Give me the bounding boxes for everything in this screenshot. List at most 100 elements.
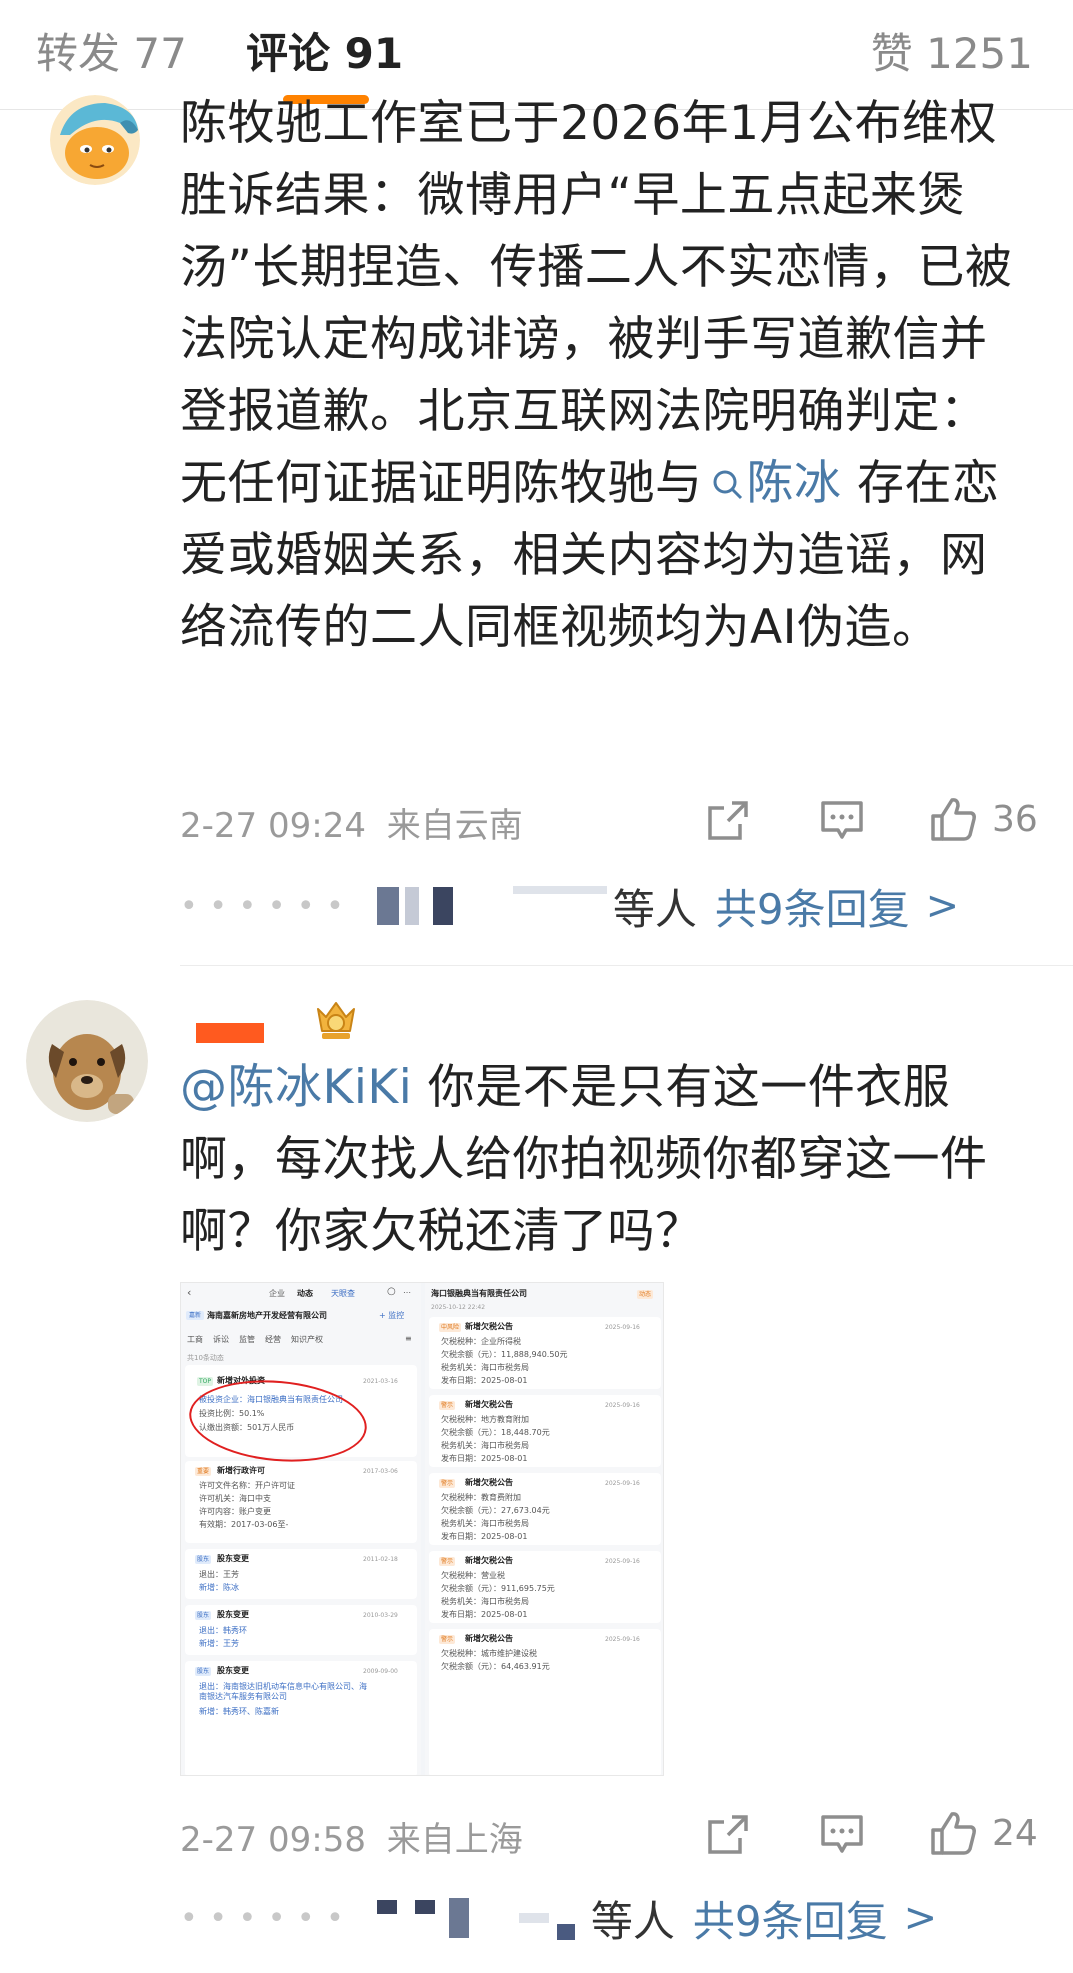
blurred-avatar xyxy=(556,1924,575,1940)
embed-nav-tab: 企业 xyxy=(269,1289,285,1298)
embed-card: 警示 新增欠税公告 2025-09-16 欠税税种：城市维护建设税 欠税余额（元… xyxy=(429,1629,661,1775)
embed-card-title: 新增欠税公告 xyxy=(465,1478,513,1487)
embed-card-row: 退出：海南银达旧机动车信息中心有限公司、海南银达汽车服务有限公司 xyxy=(199,1682,367,1701)
reply-button[interactable] xyxy=(820,1814,864,1856)
comment-location: 来自上海 xyxy=(386,1820,523,1860)
share-icon xyxy=(708,1815,748,1854)
embed-card: 股东 股东变更 2011-02-18 退出：王芳 新增：陈冰 xyxy=(185,1549,417,1599)
embed-subtab: 监管 xyxy=(239,1335,255,1344)
embed-card-row: 欠税余额（元）：64,463.91元 xyxy=(441,1662,550,1671)
embed-card-title: 股东变更 xyxy=(217,1554,249,1563)
embed-card-date: 2017-03-06 xyxy=(363,1468,398,1475)
embed-logo-badge: 嘉新 xyxy=(186,1311,205,1320)
avatar[interactable] xyxy=(50,95,140,185)
search-icon xyxy=(713,470,742,500)
embed-subtab: 经营 xyxy=(265,1335,281,1344)
embed-card-tag: 警示 xyxy=(439,1401,456,1410)
embed-card: 警示 新增欠税公告 2025-09-16 欠税税种：教育费附加 欠税余额（元）：… xyxy=(429,1473,661,1545)
embed-card-tag: TOP xyxy=(197,1377,214,1386)
reply-dots: • • • • • • xyxy=(180,888,345,924)
like-button[interactable]: 36 xyxy=(930,796,1038,842)
blurred-avatar xyxy=(432,887,453,925)
embed-card-row: 退出：王芳 xyxy=(199,1570,239,1579)
comment-icon xyxy=(821,801,863,839)
embed-card: 警示 新增欠税公告 2025-09-16 欠税税种：地方教育附加 欠税余额（元）… xyxy=(429,1395,661,1467)
embed-card-row: 发布日期：2025-08-01 xyxy=(441,1454,528,1463)
embed-menu-icon: ≡ xyxy=(405,1334,412,1343)
reply-button[interactable] xyxy=(820,800,864,842)
thumbs-up-icon xyxy=(931,1812,976,1855)
username-redacted[interactable] xyxy=(196,1023,264,1043)
comment-text: @陈冰KiKi 你是不是只有这一件衣服啊，每次找人给你拍视频你都穿这一件啊？你家… xyxy=(180,1052,1030,1268)
embed-card-tag: 警示 xyxy=(439,1557,456,1566)
embed-more-icon: ⋯ xyxy=(403,1288,411,1297)
reply-count-link[interactable]: 共9条回复 xyxy=(693,1888,888,1949)
embed-card-tag: 中风险 xyxy=(439,1323,462,1332)
embed-subtab: 诉讼 xyxy=(213,1335,229,1344)
reply-preview[interactable]: • • • • • • 等人 共9条回复 > xyxy=(180,1888,937,1948)
embed-card-row: 税务机关：海口市税务局 xyxy=(441,1441,529,1450)
embed-card-row: 退出：韩秀环 xyxy=(199,1626,247,1635)
embed-search-icon: ○ xyxy=(387,1286,396,1297)
embed-section-label: 共10条动态 xyxy=(187,1354,224,1362)
embed-card-row: 发布日期：2025-08-01 xyxy=(441,1610,528,1619)
embed-card-date: 2025-09-16 xyxy=(605,1636,640,1643)
mention-link[interactable]: @陈冰KiKi xyxy=(180,1060,412,1115)
embed-card-row: 许可文件名称：开户许可证 xyxy=(199,1481,295,1490)
embed-logo: 天眼查 xyxy=(331,1289,355,1298)
reply-preview[interactable]: • • • • • • 等人 共9条回复 > xyxy=(180,876,959,936)
embed-follow-button: + 监控 xyxy=(379,1311,405,1320)
embed-card-row: 税务机关：海口市税务局 xyxy=(441,1363,529,1372)
comment-text-part: 陈牧驰工作室已于2026年1月公布维权胜诉结果：微博用户“早上五点起来煲汤”长期… xyxy=(180,96,1013,511)
embed-card-date: 2025-09-16 xyxy=(605,1558,640,1565)
embed-card-tag: 股东 xyxy=(195,1611,212,1620)
blurred-avatar xyxy=(448,1898,469,1938)
thumbs-up-icon xyxy=(931,798,976,841)
embed-card-date: 2025-09-16 xyxy=(605,1480,640,1487)
comment-location: 来自云南 xyxy=(386,806,523,846)
embed-card-tag: 警示 xyxy=(439,1479,456,1488)
embed-card-title: 新增行政许可 xyxy=(217,1466,265,1475)
embedded-screenshot-left: ‹ 企业 动态 天眼查 ○ ⋯ 嘉新 海南嘉新房地产开发经营有限公司 + 监控 … xyxy=(181,1283,421,1775)
embed-card-date: 2021-03-16 xyxy=(363,1378,398,1385)
avatar[interactable] xyxy=(26,1000,148,1122)
back-chevron-icon: ‹ xyxy=(187,1286,192,1299)
blurred-avatar xyxy=(404,887,419,925)
embed-card-row: 许可机关：海口中支 xyxy=(199,1494,271,1503)
comment-meta: 2-27 09:58 来自上海 xyxy=(180,1812,523,1861)
embed-card-date: 2009-09-00 xyxy=(363,1668,398,1675)
embed-card-row: 欠税税种：营业税 xyxy=(441,1571,505,1580)
reply-count-link[interactable]: 共9条回复 xyxy=(715,876,910,937)
embed-subtitle: 2025-10-12 22:42 xyxy=(431,1304,486,1311)
embed-card-row: 欠税余额（元）：911,695.75元 xyxy=(441,1584,555,1593)
tab-like[interactable]: 赞 1251 xyxy=(871,20,1033,81)
tab-repost[interactable]: 转发 77 xyxy=(36,20,187,81)
comment-date: 2-27 09:58 xyxy=(180,1820,366,1860)
embed-company-name: 海口银融典当有限责任公司 xyxy=(431,1289,527,1298)
embed-card-tag: 警示 xyxy=(439,1635,456,1644)
mention-link[interactable]: 陈冰 xyxy=(703,456,842,511)
blurred-avatar xyxy=(414,1900,435,1914)
share-button[interactable] xyxy=(706,800,750,842)
like-button[interactable]: 24 xyxy=(930,1810,1038,1856)
embed-card-row: 发布日期：2025-08-01 xyxy=(441,1376,528,1385)
like-count: 24 xyxy=(992,1812,1038,1854)
comment-meta: 2-27 09:24 来自云南 xyxy=(180,798,523,847)
blurred-name xyxy=(518,1913,549,1923)
embed-card: 股东 股东变更 2010-03-29 退出：韩秀环 新增：王芳 xyxy=(185,1605,417,1655)
comment-image[interactable]: ‹ 企业 动态 天眼查 ○ ⋯ 嘉新 海南嘉新房地产开发经营有限公司 + 监控 … xyxy=(180,1282,664,1776)
embed-card-date: 2010-03-29 xyxy=(363,1612,398,1619)
embed-card-title: 股东变更 xyxy=(217,1610,249,1619)
blurred-avatar xyxy=(376,887,399,925)
embed-card-row: 欠税余额（元）：18,448.70元 xyxy=(441,1428,550,1437)
embed-action-badge: 动态 xyxy=(637,1290,654,1299)
share-button[interactable] xyxy=(706,1814,750,1856)
embed-subtab: 工商 xyxy=(187,1335,203,1344)
tab-comment[interactable]: 评论 91 xyxy=(246,20,403,81)
embed-card-row: 欠税税种：地方教育附加 xyxy=(441,1415,529,1424)
embed-card-date: 2025-09-16 xyxy=(605,1402,640,1409)
embed-card-date: 2011-02-18 xyxy=(363,1556,398,1563)
comment-icon xyxy=(821,1815,863,1853)
share-icon xyxy=(708,801,748,840)
embed-card-row: 有效期：2017-03-06至- xyxy=(199,1520,289,1529)
